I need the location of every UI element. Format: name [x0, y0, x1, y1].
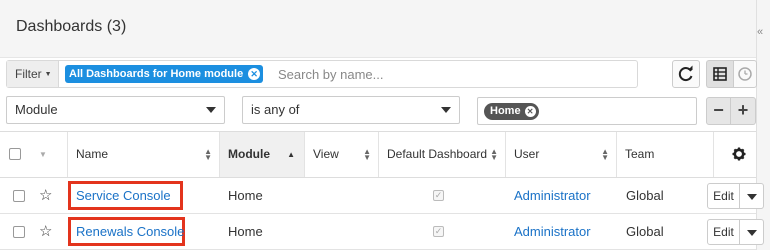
list-view-button[interactable] [706, 60, 734, 88]
chevron-down-icon: ▼ [44, 71, 52, 78]
column-header-label: Name [76, 147, 109, 161]
filter-dropdown-label: Filter [15, 67, 42, 81]
module-cell: Home [228, 224, 263, 239]
sort-icon: ▲ ▼ [363, 147, 371, 162]
filter-value-input[interactable]: Home ✕ [477, 97, 697, 125]
search-input[interactable] [278, 61, 633, 87]
row-checkbox[interactable] [13, 190, 25, 202]
column-header-label: Team [625, 147, 655, 161]
table-row: ☆ Renewals Console Home ✓ Administrator … [0, 214, 764, 250]
dashboard-name-link[interactable]: Renewals Console [76, 214, 184, 250]
column-header-view[interactable]: View ▲ ▼ [305, 132, 379, 177]
select-all-header: ▼ [0, 132, 68, 177]
row-actions-dropdown[interactable] [740, 219, 764, 245]
row-actions-dropdown[interactable] [740, 183, 764, 209]
add-filter-row-button[interactable]: + [731, 97, 756, 125]
filter-field-value: Module [15, 102, 58, 117]
active-filter-label: All Dashboards for Home module [69, 68, 244, 80]
column-header-label: User [514, 147, 540, 161]
chevron-down-icon [206, 107, 216, 113]
remove-tag-icon[interactable]: ✕ [524, 106, 536, 117]
filter-value-tag[interactable]: Home ✕ [484, 103, 539, 120]
filter-group: Filter ▼ All Dashboards for Home module ✕ [6, 60, 638, 88]
user-link[interactable]: Administrator [514, 178, 591, 214]
dashboards-table: ▼ Name ▲ ▼ Module ▲ View ▲ ▼ Default Dashb… [0, 131, 764, 250]
activity-view-button[interactable] [733, 60, 757, 88]
dashboard-name-link[interactable]: Service Console [76, 178, 171, 214]
column-header-label: Module [228, 147, 270, 161]
edit-button[interactable]: Edit [707, 219, 740, 245]
star-icon[interactable]: ☆ [39, 222, 52, 240]
default-dashboard-checkbox: ✓ [433, 226, 444, 237]
column-header-default-dashboard[interactable]: Default Dashboard ▲ ▼ [379, 132, 506, 177]
chevron-down-icon[interactable]: ▼ [39, 132, 47, 177]
filter-value-tag-label: Home [490, 105, 521, 117]
column-header-team[interactable]: Team [617, 132, 714, 177]
refresh-button[interactable] [672, 60, 700, 88]
column-header-label: Default Dashboard [387, 147, 488, 161]
filter-operator-value: is any of [251, 102, 300, 117]
clock-icon [738, 67, 752, 81]
remove-filter-row-button[interactable]: − [706, 97, 731, 125]
sort-ascending-icon: ▲ [287, 150, 295, 159]
filter-dropdown[interactable]: Filter ▼ [7, 61, 59, 87]
table-row: ☆ Service Console Home ✓ Administrator G… [0, 178, 764, 214]
gear-icon[interactable] [732, 147, 746, 161]
chevron-down-icon [441, 107, 451, 113]
column-header-user[interactable]: User ▲ ▼ [506, 132, 617, 177]
column-header-label: View [313, 147, 339, 161]
sort-icon: ▲ ▼ [204, 147, 212, 162]
edit-button[interactable]: Edit [707, 183, 740, 209]
select-all-checkbox[interactable] [9, 148, 21, 160]
row-checkbox[interactable] [13, 226, 25, 238]
page-title: Dashboards (3) [16, 18, 127, 35]
list-header: Dashboards (3) [0, 0, 756, 58]
user-link[interactable]: Administrator [514, 214, 591, 250]
active-filter-pill[interactable]: All Dashboards for Home module ✕ [65, 65, 264, 83]
sort-icon: ▲ ▼ [601, 147, 609, 162]
default-dashboard-checkbox: ✓ [433, 190, 444, 201]
module-cell: Home [228, 188, 263, 203]
refresh-icon [678, 65, 693, 82]
filter-field-select[interactable]: Module [6, 96, 225, 124]
filter-operator-select[interactable]: is any of [242, 96, 460, 124]
team-cell: Global [626, 224, 664, 239]
remove-filter-icon[interactable]: ✕ [248, 68, 261, 80]
column-settings-header[interactable] [714, 132, 756, 177]
list-view-icon [713, 67, 727, 81]
team-cell: Global [626, 188, 664, 203]
sort-icon: ▲ ▼ [490, 147, 498, 162]
column-header-module[interactable]: Module ▲ [220, 132, 305, 177]
column-header-name[interactable]: Name ▲ ▼ [68, 132, 220, 177]
star-icon[interactable]: ☆ [39, 186, 52, 204]
filter-bar: Filter ▼ All Dashboards for Home module ✕ [0, 58, 757, 92]
sidebar-collapse-icon[interactable]: « [757, 26, 763, 38]
filter-row: Module is any of Home ✕ − + [0, 92, 756, 130]
